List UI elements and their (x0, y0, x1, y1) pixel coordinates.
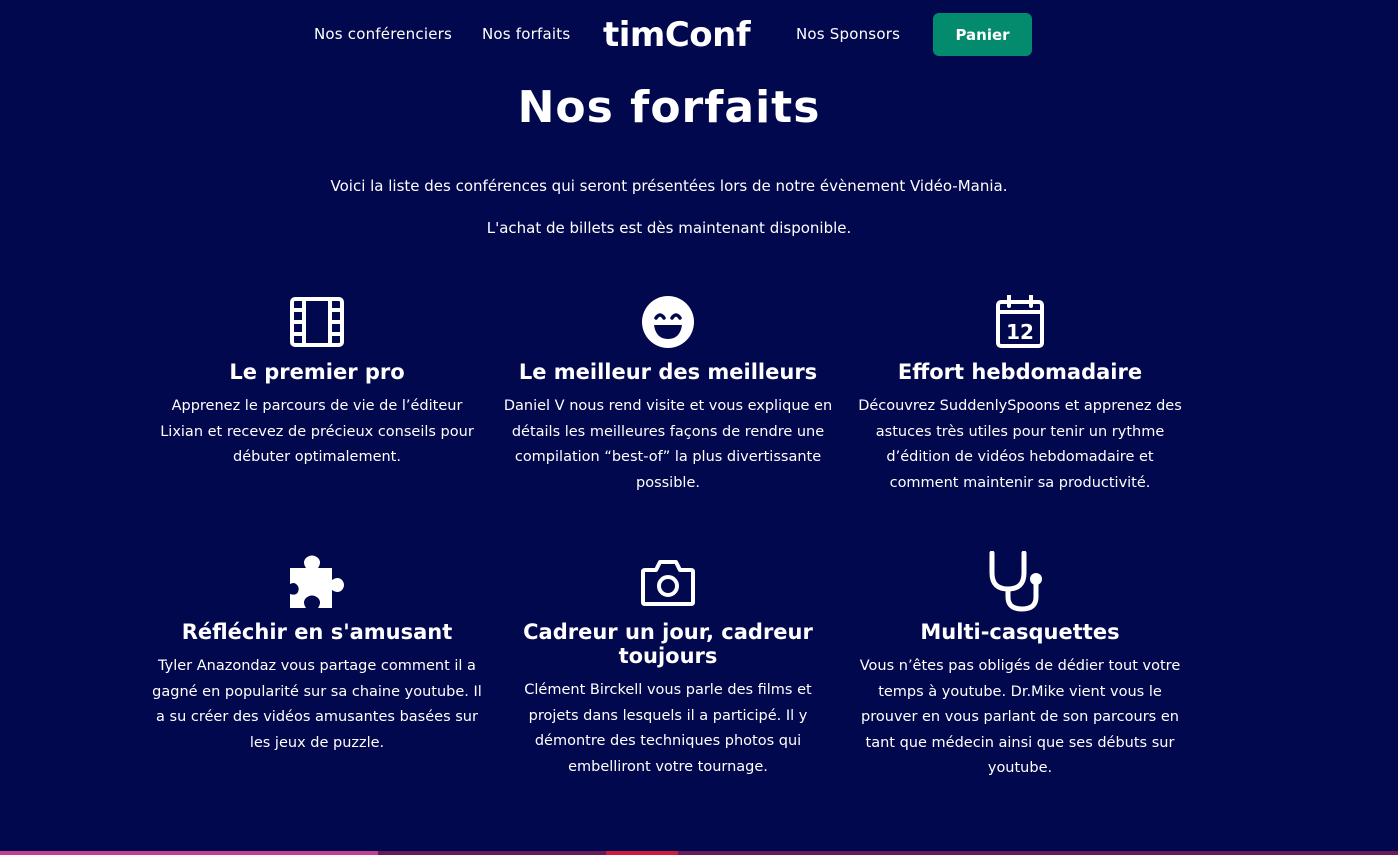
calendar-day-number: 12 (1006, 320, 1034, 344)
package-title: Effort hebdomadaire (897, 360, 1143, 384)
puzzle-piece-icon (152, 554, 482, 610)
intro-text: Voici la liste des conférences qui seron… (330, 177, 1008, 195)
nav-link-sponsors[interactable]: Nos Sponsors (796, 25, 900, 43)
bottom-bar-segment (0, 851, 378, 855)
package-card: Multi-casquettes Vous n’êtes pas obligés… (855, 551, 1185, 782)
stethoscope-icon (855, 551, 1185, 612)
package-title: Cadreur un jour, cadreur toujours (523, 620, 813, 668)
nav-link-packages[interactable]: Nos forfaits (482, 25, 570, 43)
package-card: Cadreur un jour, cadreur toujours Clémen… (503, 554, 833, 780)
film-icon (152, 294, 482, 350)
cart-button[interactable]: Panier (933, 13, 1032, 56)
package-card: Le meilleur des meilleurs Daniel V nous … (503, 294, 833, 496)
package-description: Apprenez le parcours de vie de l’éditeur… (160, 398, 474, 465)
bottom-bar-segment (378, 851, 606, 855)
top-nav: Nos conférenciers Nos forfaits timConf N… (0, 13, 1398, 57)
bottom-bar-segment (606, 851, 678, 855)
package-card: Le premier pro Apprenez le parcours de v… (152, 294, 482, 471)
laughing-face-icon (503, 294, 833, 350)
package-title: Multi-casquettes (920, 620, 1120, 644)
bottom-bar-segment (678, 851, 1398, 855)
logo[interactable]: timConf (603, 13, 751, 57)
package-title: Le meilleur des meilleurs (518, 360, 818, 384)
package-description: Daniel V nous rend visite et vous expliq… (503, 398, 833, 491)
package-description: Découvrez SuddenlySpoons et apprenez des… (858, 398, 1182, 491)
calendar-icon: 12 (855, 294, 1185, 350)
package-title: Le premier pro (229, 360, 405, 384)
package-title: Réfléchir en s'amusant (181, 620, 453, 644)
bottom-accent-bar (0, 851, 1398, 855)
package-card: 12 Effort hebdomadaire Découvrez Suddenl… (855, 294, 1185, 496)
page-title: Nos forfaits (517, 82, 821, 133)
nav-link-speakers[interactable]: Nos conférenciers (314, 25, 452, 43)
camera-icon (503, 554, 833, 610)
package-description: Vous n’êtes pas obligés de dédier tout v… (859, 658, 1181, 776)
package-description: Tyler Anazondaz vous partage comment il … (152, 658, 482, 751)
intro-availability-text: L'achat de billets est dès maintenant di… (486, 219, 852, 237)
package-description: Clément Birckell vous parle des films et… (524, 682, 812, 775)
package-card: Réfléchir en s'amusant Tyler Anazondaz v… (152, 554, 482, 756)
